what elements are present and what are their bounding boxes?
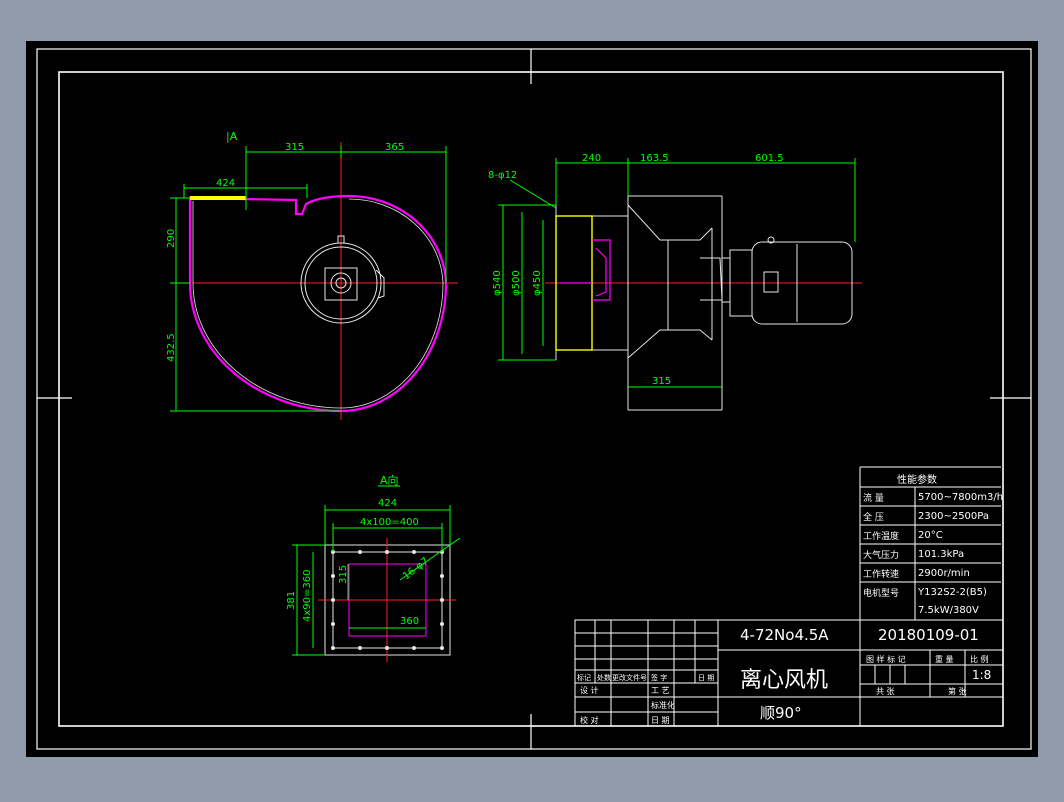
rev-header-sign: 签 字	[651, 673, 667, 682]
dim-601-5: 601.5	[755, 153, 784, 164]
dim-365: 365	[385, 142, 404, 153]
rev-header-doc: 更改文件号	[612, 673, 647, 682]
sheet-number: 第 张	[948, 686, 967, 696]
perf-label-motor: 电机型号	[863, 587, 899, 599]
dim-4x90: 4x90=360	[302, 570, 313, 622]
dim-8-phi12: 8-φ12	[488, 170, 517, 181]
section-a-title: A向	[380, 473, 399, 487]
dim-240: 240	[582, 153, 601, 164]
perf-value-temp: 20°C	[918, 530, 943, 541]
craft-label: 工 艺	[651, 686, 670, 695]
perf-value-power: 7.5kW/380V	[918, 605, 979, 616]
rev-header-mark: 标记	[577, 673, 591, 682]
dim-360: 360	[400, 616, 419, 627]
perf-value-flow: 5700~7800m3/h	[918, 492, 1003, 503]
perf-value-pressure: 2300~2500Pa	[918, 511, 989, 522]
dim-phi450: φ450	[532, 270, 543, 296]
dim-315-side: 315	[652, 376, 671, 387]
perf-label-flow: 流 量	[863, 492, 884, 504]
scale-value: 1:8	[972, 668, 991, 682]
perf-value-motor: Y132S2-2(B5)	[917, 587, 987, 598]
weight-label: 重 量	[935, 654, 954, 664]
dim-4x100: 4x100=400	[360, 517, 419, 528]
dim-163-5: 163.5	[640, 153, 669, 164]
stage-mark-label: 图 样 标 记	[866, 654, 906, 664]
rotation-direction: 顺90°	[760, 704, 802, 722]
view-a-marker: |A	[226, 130, 238, 143]
scale-label: 比 例	[970, 654, 989, 664]
perf-label-pressure: 全 压	[863, 511, 884, 523]
product-name: 离心风机	[740, 668, 828, 693]
dim-424-a: 424	[378, 498, 397, 509]
dim-315-a: 315	[338, 565, 349, 584]
dim-phi500: φ500	[511, 270, 522, 296]
outlet-flange	[190, 196, 246, 200]
dim-381: 381	[286, 591, 297, 610]
perf-label-speed: 工作转速	[863, 568, 899, 580]
dim-424: 424	[216, 178, 235, 189]
perf-value-speed: 2900r/min	[918, 568, 970, 579]
date-label: 日 期	[651, 716, 670, 725]
check-label: 校 对	[580, 715, 599, 725]
perf-label-temp: 工作温度	[863, 530, 899, 542]
dim-432-5: 432.5	[166, 333, 177, 362]
dim-290: 290	[166, 229, 177, 248]
dim-315: 315	[285, 142, 304, 153]
drawing-canvas: |A 315 365 424 290 432.5 240 163.5 601.5…	[26, 41, 1038, 757]
drawing-number: 20180109-01	[878, 626, 979, 644]
cad-viewport: |A 315 365 424 290 432.5 240 163.5 601.5…	[0, 0, 1064, 798]
perf-label-atm: 大气压力	[863, 549, 899, 561]
design-label: 设 计	[580, 685, 599, 695]
perf-title: 性能参数	[897, 473, 937, 486]
perf-value-atm: 101.3kPa	[918, 549, 964, 560]
rev-header-date: 日 期	[698, 674, 714, 682]
dim-phi540: φ540	[492, 270, 503, 296]
total-sheets: 共 张	[876, 687, 895, 696]
model-number: 4-72No4.5A	[740, 626, 829, 644]
standard-label: 标准化	[651, 700, 675, 710]
rev-header-count: 处数	[597, 673, 611, 682]
